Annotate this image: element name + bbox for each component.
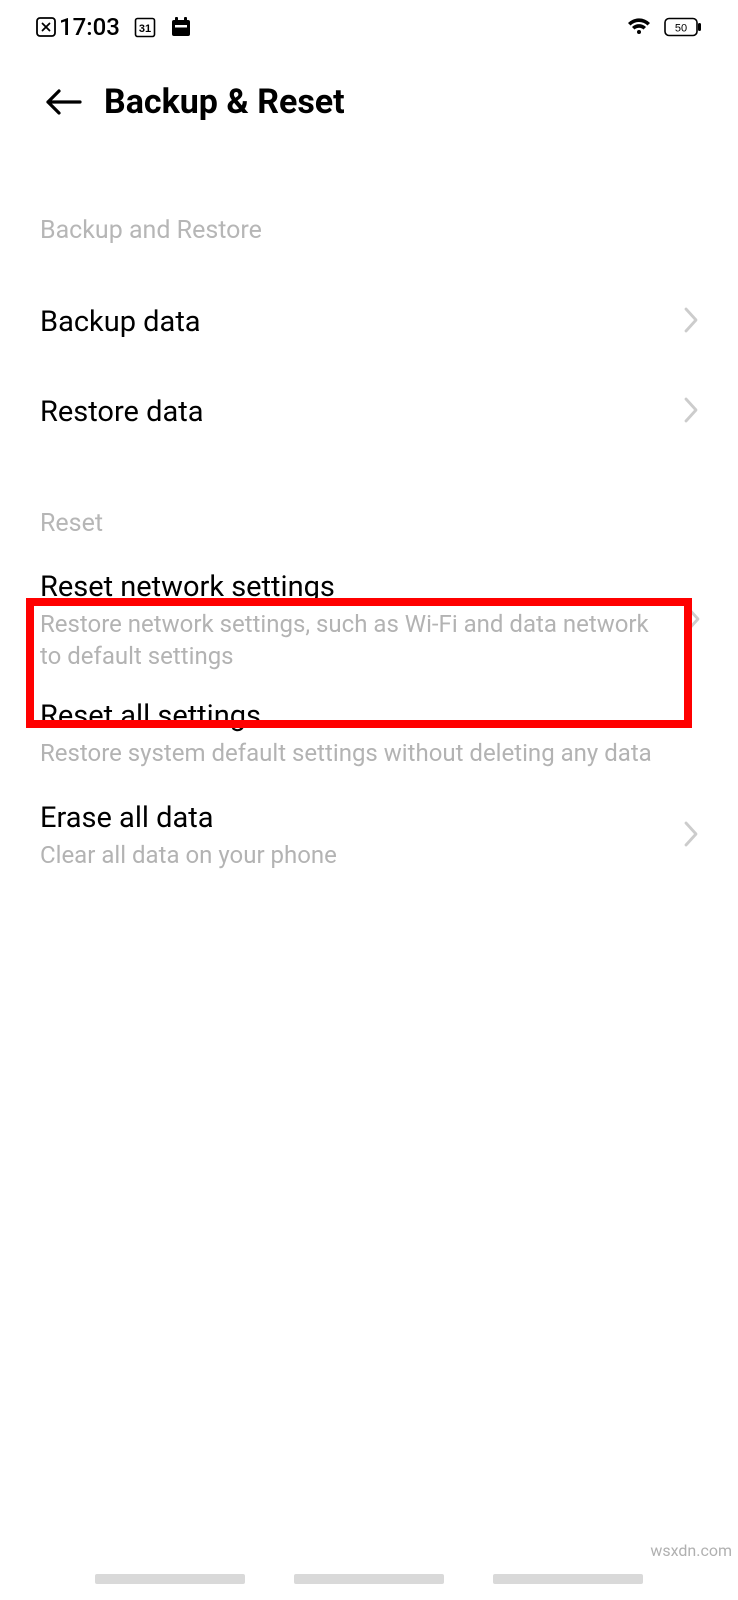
section-header-reset: Reset xyxy=(40,509,698,538)
chevron-right-icon xyxy=(684,397,698,427)
section-header-backup: Backup and Restore xyxy=(40,216,698,245)
svg-text:50: 50 xyxy=(675,23,687,35)
setting-description: Restore system default settings without … xyxy=(40,737,698,769)
back-arrow-icon[interactable] xyxy=(44,87,82,117)
svg-text:31: 31 xyxy=(139,23,151,35)
setting-title: Reset all settings xyxy=(40,699,698,733)
setting-description: Clear all data on your phone xyxy=(40,839,674,871)
setting-title: Erase all data xyxy=(40,801,674,835)
nav-back[interactable] xyxy=(493,1574,643,1584)
erase-all-data-item[interactable]: Erase all data Clear all data on your ph… xyxy=(40,785,698,891)
calendar-icon: 31 xyxy=(134,16,156,38)
restore-data-item[interactable]: Restore data xyxy=(40,367,698,457)
setting-title: Backup data xyxy=(40,305,674,339)
wifi-icon xyxy=(626,17,652,37)
chevron-right-icon xyxy=(684,307,698,337)
chevron-right-icon xyxy=(686,606,700,636)
status-bar: 17:03 31 50 xyxy=(0,0,738,52)
close-square-icon xyxy=(36,17,56,37)
setting-title: Restore data xyxy=(40,395,674,429)
setting-title: Reset network settings xyxy=(40,570,674,604)
chevron-right-icon xyxy=(684,821,698,851)
status-time-text: 17:03 xyxy=(59,13,120,41)
page-title: Backup & Reset xyxy=(104,82,345,122)
status-left: 17:03 31 xyxy=(36,13,192,41)
reset-all-settings-item[interactable]: Reset all settings Restore system defaul… xyxy=(40,685,698,785)
status-time: 17:03 xyxy=(36,13,120,41)
status-right: 50 xyxy=(626,17,702,37)
nav-home[interactable] xyxy=(294,1574,444,1584)
setting-description: Restore network settings, such as Wi-Fi … xyxy=(40,608,674,673)
event-icon xyxy=(170,16,192,38)
backup-data-item[interactable]: Backup data xyxy=(40,277,698,367)
header: Backup & Reset xyxy=(0,52,738,144)
battery-icon: 50 xyxy=(664,17,702,37)
navigation-bar xyxy=(0,1556,738,1600)
watermark: wsxdn.com xyxy=(650,1541,732,1560)
reset-network-settings-item[interactable]: Reset network settings Restore network s… xyxy=(40,550,698,685)
content: Backup and Restore Backup data Restore d… xyxy=(0,216,738,892)
nav-recents[interactable] xyxy=(95,1574,245,1584)
